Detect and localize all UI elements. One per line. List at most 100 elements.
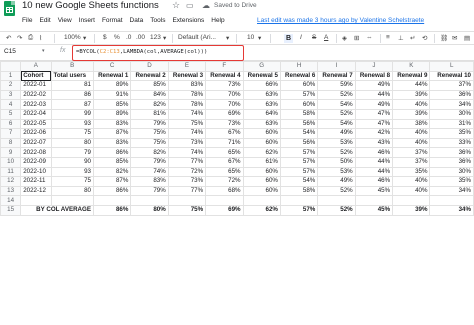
header-cell[interactable]: Renewal 4	[205, 70, 244, 82]
data-cell[interactable]: 37%	[429, 80, 474, 91]
data-cell[interactable]: 57%	[279, 89, 319, 101]
data-cell[interactable]: 49%	[354, 80, 394, 91]
spreadsheet-grid[interactable]: A B C D E F G H I J K L 1 Cohort Total users Renewal 1R…	[0, 61, 474, 325]
summary-cell[interactable]: 86%	[92, 204, 132, 216]
align-icon[interactable]: ≡	[386, 34, 390, 41]
data-cell[interactable]: 2022-11	[20, 176, 52, 187]
data-cell[interactable]: 54%	[279, 128, 319, 139]
data-cell[interactable]: 53%	[317, 137, 356, 149]
data-cell[interactable]: 73%	[167, 176, 207, 187]
row-header[interactable]: 11	[0, 166, 22, 178]
data-cell[interactable]: 47%	[354, 108, 394, 120]
data-cell[interactable]: 58%	[279, 108, 319, 120]
empty-cell[interactable]	[167, 195, 207, 206]
data-cell[interactable]: 49%	[317, 176, 356, 187]
italic-icon[interactable]: I	[300, 34, 302, 41]
data-cell[interactable]: 84%	[130, 89, 169, 101]
column-header-d[interactable]: D	[130, 61, 169, 72]
data-cell[interactable]: 86	[50, 89, 94, 101]
data-cell[interactable]: 79	[50, 147, 94, 158]
comment-icon[interactable]: ✉	[452, 34, 457, 42]
chart-icon[interactable]: ▤	[464, 34, 470, 42]
row-header[interactable]: 6	[0, 118, 22, 130]
column-header-c[interactable]: C	[92, 61, 132, 72]
data-cell[interactable]: 89%	[92, 108, 132, 120]
summary-cell[interactable]: 69%	[205, 204, 244, 216]
data-cell[interactable]: 60%	[242, 176, 281, 187]
rotate-icon[interactable]: ⟲	[422, 34, 427, 42]
data-cell[interactable]: 74%	[167, 128, 207, 139]
data-cell[interactable]: 86%	[92, 147, 132, 158]
data-cell[interactable]: 72%	[205, 176, 244, 187]
data-cell[interactable]: 40%	[392, 176, 431, 187]
data-cell[interactable]: 44%	[354, 156, 394, 168]
data-cell[interactable]: 36%	[429, 156, 474, 168]
data-cell[interactable]: 75	[50, 128, 94, 139]
empty-cell[interactable]	[392, 195, 431, 206]
fill-color-icon[interactable]: ◈	[342, 34, 347, 42]
data-cell[interactable]: 82%	[92, 166, 132, 178]
data-cell[interactable]: 60%	[242, 128, 281, 139]
zoom-select[interactable]: 100%	[64, 34, 81, 41]
data-cell[interactable]: 71%	[205, 137, 244, 149]
data-cell[interactable]: 74%	[167, 108, 207, 120]
header-cell[interactable]: Renewal 9	[392, 70, 431, 82]
name-box[interactable]: C15	[4, 48, 16, 55]
menu-help[interactable]: Help	[211, 17, 224, 27]
data-cell[interactable]: 85%	[130, 80, 169, 91]
data-cell[interactable]: 52%	[317, 108, 356, 120]
data-cell[interactable]: 57%	[279, 156, 319, 168]
data-cell[interactable]: 62%	[242, 147, 281, 158]
data-cell[interactable]: 56%	[279, 137, 319, 149]
data-cell[interactable]: 31%	[429, 118, 474, 130]
data-cell[interactable]: 74%	[130, 166, 169, 178]
data-cell[interactable]: 77%	[167, 185, 207, 197]
summary-cell[interactable]: 34%	[429, 204, 474, 216]
data-cell[interactable]: 81	[50, 80, 94, 91]
data-cell[interactable]: 83%	[167, 80, 207, 91]
data-cell[interactable]: 52%	[317, 185, 356, 197]
undo-icon[interactable]: ↶	[6, 34, 11, 42]
menu-file[interactable]: File	[22, 17, 32, 27]
data-cell[interactable]: 57%	[279, 166, 319, 178]
data-cell[interactable]: 54%	[279, 176, 319, 187]
data-cell[interactable]: 60%	[242, 166, 281, 178]
data-cell[interactable]: 2022-06	[20, 128, 52, 139]
data-cell[interactable]: 60%	[242, 185, 281, 197]
menu-data[interactable]: Data	[130, 17, 144, 27]
header-cell[interactable]: Renewal 2	[130, 70, 169, 82]
empty-cell[interactable]	[20, 195, 52, 206]
data-cell[interactable]: 30%	[429, 108, 474, 120]
bold-button[interactable]: B	[284, 34, 293, 43]
data-cell[interactable]: 2022-10	[20, 166, 52, 178]
empty-cell[interactable]	[279, 195, 319, 206]
data-cell[interactable]: 42%	[354, 128, 394, 139]
data-cell[interactable]: 33%	[429, 137, 474, 149]
header-cell[interactable]: Renewal 5	[242, 70, 281, 82]
empty-cell[interactable]	[242, 195, 281, 206]
data-cell[interactable]: 2022-05	[20, 118, 52, 130]
header-cell[interactable]: Renewal 8	[354, 70, 394, 82]
borders-icon[interactable]: ⊞	[354, 34, 359, 42]
row-header[interactable]: 9	[0, 147, 22, 158]
row-header[interactable]: 5	[0, 108, 22, 120]
data-cell[interactable]: 56%	[279, 118, 319, 130]
data-cell[interactable]: 70%	[205, 99, 244, 110]
data-cell[interactable]: 60%	[242, 137, 281, 149]
data-cell[interactable]: 81%	[130, 108, 169, 120]
column-header-f[interactable]: F	[205, 61, 244, 72]
header-cell[interactable]: Renewal 7	[317, 70, 356, 82]
data-cell[interactable]: 45%	[354, 185, 394, 197]
empty-cell[interactable]	[50, 195, 94, 206]
valign-icon[interactable]: ⊥	[398, 34, 404, 42]
data-cell[interactable]: 67%	[205, 128, 244, 139]
wrap-icon[interactable]: ↵	[410, 34, 415, 42]
data-cell[interactable]: 57%	[279, 147, 319, 158]
data-cell[interactable]: 58%	[279, 185, 319, 197]
formula-input[interactable]: =BYCOL(C2:C13,LAMBDA(col,AVERAGE(col)))	[72, 45, 244, 61]
header-cell[interactable]: Renewal 6	[279, 70, 319, 82]
empty-cell[interactable]	[130, 195, 169, 206]
menu-extensions[interactable]: Extensions	[172, 17, 204, 27]
data-cell[interactable]: 66%	[242, 80, 281, 91]
data-cell[interactable]: 54%	[317, 118, 356, 130]
